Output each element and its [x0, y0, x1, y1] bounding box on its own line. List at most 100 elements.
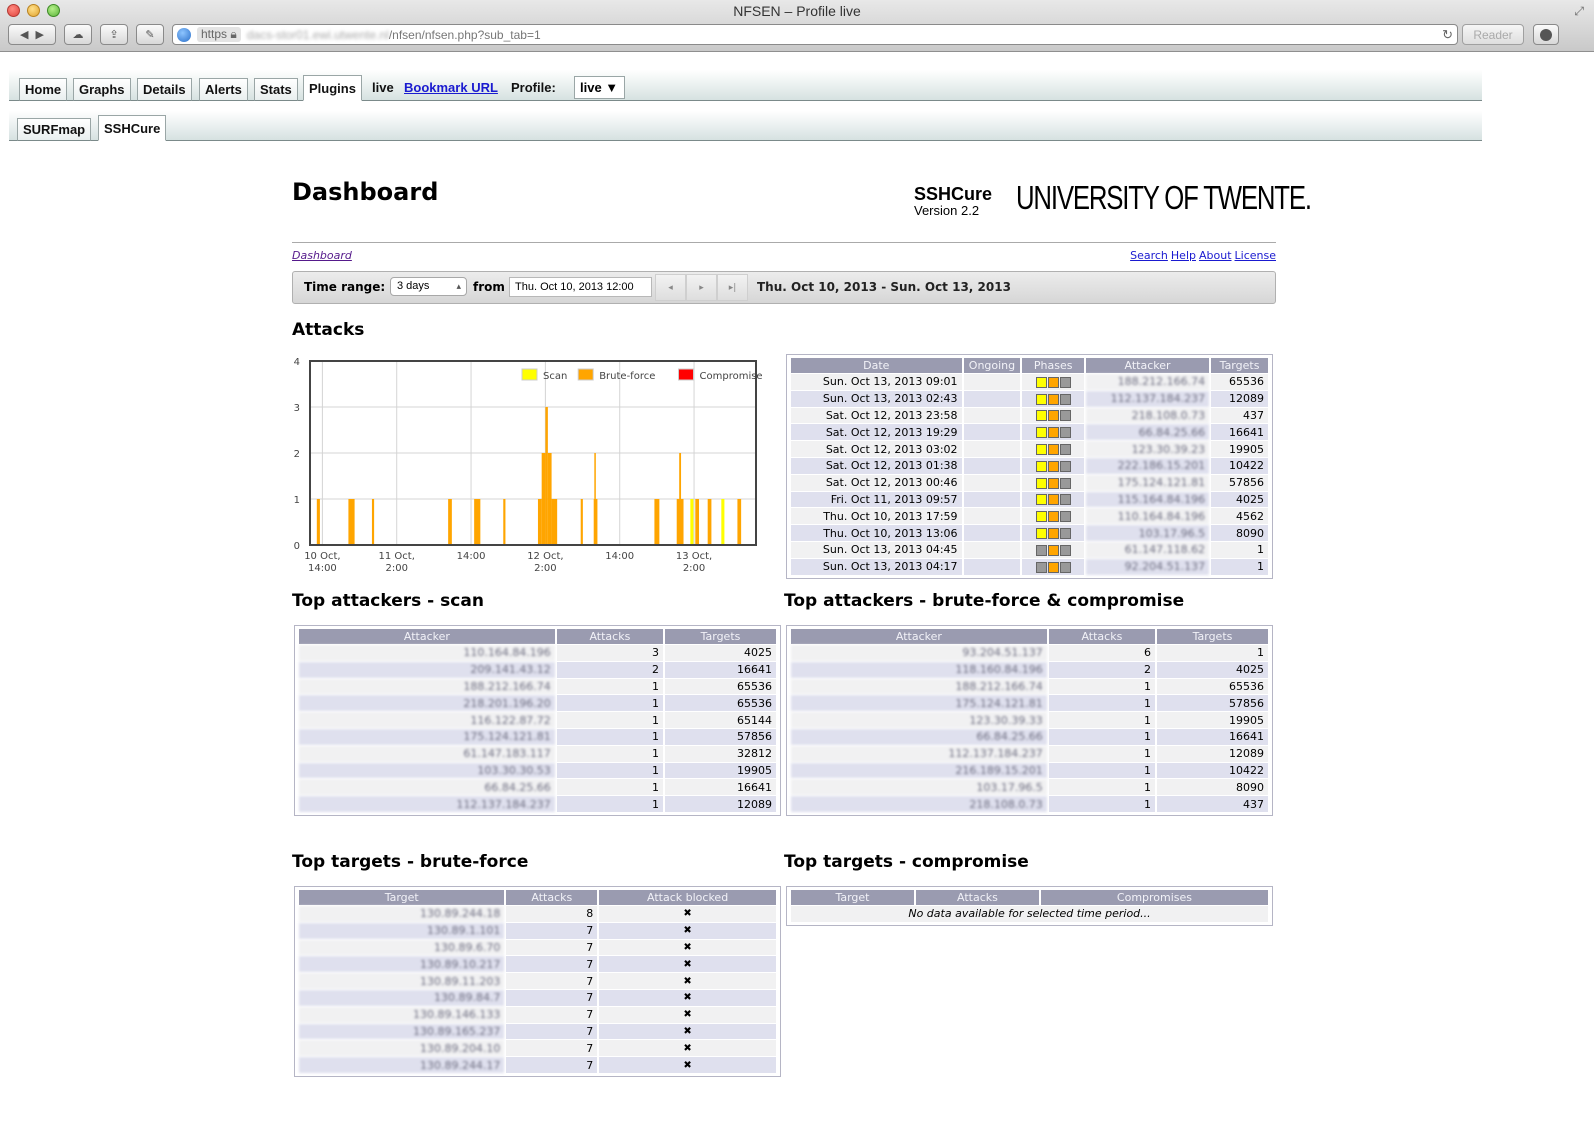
back-forward-buttons[interactable]: ◀ ▶ [8, 24, 56, 45]
attacker-ip[interactable]: 175.124.121.81 [791, 695, 1047, 712]
table-row[interactable]: 130.89.6.70 7 ✖ [299, 939, 776, 956]
next-period-button[interactable]: ▸ [686, 274, 717, 301]
address-bar[interactable]: https 🔒︎ dacs-stor01.ewi.utwente.nl /nfs… [172, 24, 1458, 45]
column-header-targets[interactable]: Targets [664, 629, 776, 644]
attacker-ip[interactable]: 123.30.39.23 [1085, 441, 1210, 457]
attack-row[interactable]: Sun. Oct 13, 2013 09:01 188.212.166.74 655… [791, 374, 1268, 390]
table-row[interactable]: 130.89.1.101 7 ✖ [299, 922, 776, 939]
attack-row[interactable]: Sun. Oct 13, 2013 04:17 92.204.51.137 1 [791, 558, 1268, 575]
column-header-attacks[interactable]: Attacks [1048, 629, 1155, 644]
table-row[interactable]: 103.17.96.5 1 8090 [791, 779, 1268, 796]
attacker-ip[interactable]: 110.164.84.196 [299, 645, 555, 661]
table-row[interactable]: 209.141.43.12 2 16641 [299, 661, 776, 678]
target-ip[interactable]: 130.89.146.133 [299, 1006, 505, 1023]
forward-icon[interactable]: ▶ [36, 28, 44, 41]
attacker-ip[interactable]: 66.84.25.66 [1085, 424, 1210, 441]
target-ip[interactable]: 130.89.165.237 [299, 1023, 505, 1040]
column-header-target[interactable]: Target [299, 890, 505, 905]
column-header-attacker[interactable]: Attacker [791, 629, 1047, 644]
attacker-ip[interactable]: 61.147.183.117 [299, 745, 555, 762]
reader-button[interactable]: Reader [1462, 24, 1524, 45]
table-row[interactable]: 130.89.11.203 7 ✖ [299, 973, 776, 989]
table-row[interactable]: 66.84.25.66 1 16641 [791, 728, 1268, 745]
column-header-targets[interactable]: Targets [1156, 629, 1268, 644]
attacker-ip[interactable]: 103.17.96.5 [1085, 525, 1210, 541]
tab-plugins[interactable]: Plugins [303, 75, 362, 101]
table-row[interactable]: 61.147.183.117 1 32812 [299, 745, 776, 762]
table-row[interactable]: 123.30.39.33 1 19905 [791, 712, 1268, 728]
attack-row[interactable]: Sun. Oct 13, 2013 02:43 112.137.184.237 12… [791, 390, 1268, 407]
table-row[interactable]: 130.89.204.10 7 ✖ [299, 1040, 776, 1057]
attacker-ip[interactable]: 112.137.184.237 [299, 796, 555, 812]
settings-button[interactable]: ✎ [136, 24, 164, 45]
table-row[interactable]: 130.89.165.237 7 ✖ [299, 1023, 776, 1040]
target-ip[interactable]: 130.89.244.17 [299, 1057, 505, 1073]
from-date-input[interactable]: Thu. Oct 10, 2013 12:00 [509, 277, 652, 297]
attacker-ip[interactable]: 103.17.96.5 [791, 779, 1047, 796]
column-header-attacks[interactable]: Attacks [506, 890, 598, 905]
table-row[interactable]: 110.164.84.196 3 4025 [299, 645, 776, 661]
table-row[interactable]: 175.124.121.81 1 57856 [299, 728, 776, 745]
column-header-attacker[interactable]: Attacker [299, 629, 555, 644]
icloud-button[interactable]: ☁ [64, 24, 92, 45]
fullscreen-icon[interactable]: ⤢ [1574, 4, 1584, 19]
attack-row[interactable]: Sat. Oct 12, 2013 19:29 66.84.25.66 16641 [791, 424, 1268, 441]
attack-row[interactable]: Fri. Oct 11, 2013 09:57 115.164.84.196 402… [791, 491, 1268, 508]
table-row[interactable]: 188.212.166.74 1 65536 [299, 678, 776, 695]
column-header-targets[interactable]: Targets [1211, 358, 1268, 373]
attacker-ip[interactable]: 92.204.51.137 [1085, 558, 1210, 575]
table-row[interactable]: 66.84.25.66 1 16641 [299, 779, 776, 796]
column-header-attacks[interactable]: Attacks [556, 629, 663, 644]
tab-surfmap[interactable]: SURFmap [17, 118, 92, 141]
table-row[interactable]: 130.89.146.133 7 ✖ [299, 1006, 776, 1023]
attacker-ip[interactable]: 93.204.51.137 [791, 645, 1047, 661]
previous-period-button[interactable]: ◂ [655, 274, 686, 301]
help-link[interactable]: Help [1171, 249, 1196, 262]
attacker-ip[interactable]: 209.141.43.12 [299, 661, 555, 678]
attacker-ip[interactable]: 218.201.196.20 [299, 695, 555, 712]
table-row[interactable]: 175.124.121.81 1 57856 [791, 695, 1268, 712]
tab-details[interactable]: Details [137, 78, 192, 101]
attacker-ip[interactable]: 116.122.87.72 [299, 712, 555, 728]
attacker-ip[interactable]: 112.137.184.237 [1085, 390, 1210, 407]
attack-row[interactable]: Sun. Oct 13, 2013 04:45 61.147.118.62 1 [791, 541, 1268, 558]
last-period-button[interactable]: ▸| [717, 274, 748, 301]
table-row[interactable]: 130.89.10.217 7 ✖ [299, 956, 776, 973]
column-header-date[interactable]: Date [791, 358, 962, 373]
table-row[interactable]: 130.89.84.7 7 ✖ [299, 989, 776, 1006]
target-ip[interactable]: 130.89.244.18 [299, 906, 505, 922]
target-ip[interactable]: 130.89.84.7 [299, 989, 505, 1006]
search-link[interactable]: Search [1130, 249, 1168, 262]
time-range-select[interactable]: 3 days ▴ [390, 277, 467, 296]
table-row[interactable]: 216.189.15.201 1 10422 [791, 762, 1268, 779]
tab-sshcure[interactable]: SSHCure [98, 115, 167, 141]
table-row[interactable]: 130.89.244.18 8 ✖ [299, 906, 776, 922]
attack-row[interactable]: Sat. Oct 12, 2013 03:02 123.30.39.23 19905 [791, 441, 1268, 457]
tab-alerts[interactable]: Alerts [199, 78, 248, 101]
about-link[interactable]: About [1199, 249, 1232, 262]
attack-row[interactable]: Sat. Oct 12, 2013 00:46 175.124.121.81 578… [791, 474, 1268, 491]
target-ip[interactable]: 130.89.1.101 [299, 922, 505, 939]
attacker-ip[interactable]: 118.160.84.196 [791, 661, 1047, 678]
attacker-ip[interactable]: 218.108.0.73 [1085, 407, 1210, 424]
tab-home[interactable]: Home [19, 78, 68, 101]
target-ip[interactable]: 130.89.11.203 [299, 973, 505, 989]
column-header-attacker[interactable]: Attacker [1085, 358, 1210, 373]
attacker-ip[interactable]: 66.84.25.66 [299, 779, 555, 796]
attack-row[interactable]: Sat. Oct 12, 2013 23:58 218.108.0.73 437 [791, 407, 1268, 424]
column-header-compromises[interactable]: Compromises [1040, 890, 1268, 905]
attacker-ip[interactable]: 218.108.0.73 [791, 796, 1047, 812]
table-row[interactable]: 188.212.166.74 1 65536 [791, 678, 1268, 695]
column-header-ongoing[interactable]: Ongoing [963, 358, 1021, 373]
target-ip[interactable]: 130.89.6.70 [299, 939, 505, 956]
tab-graphs[interactable]: Graphs [73, 78, 131, 101]
table-row[interactable]: 130.89.244.17 7 ✖ [299, 1057, 776, 1073]
column-header-attacks[interactable]: Attacks [915, 890, 1039, 905]
attacker-ip[interactable]: 112.137.184.237 [791, 745, 1047, 762]
table-row[interactable]: 93.204.51.137 6 1 [791, 645, 1268, 661]
attacker-ip[interactable]: 66.84.25.66 [791, 728, 1047, 745]
table-row[interactable]: 112.137.184.237 1 12089 [299, 796, 776, 812]
column-header-phases[interactable]: Phases [1022, 358, 1084, 373]
target-ip[interactable]: 130.89.204.10 [299, 1040, 505, 1057]
attacker-ip[interactable]: 115.164.84.196 [1085, 491, 1210, 508]
